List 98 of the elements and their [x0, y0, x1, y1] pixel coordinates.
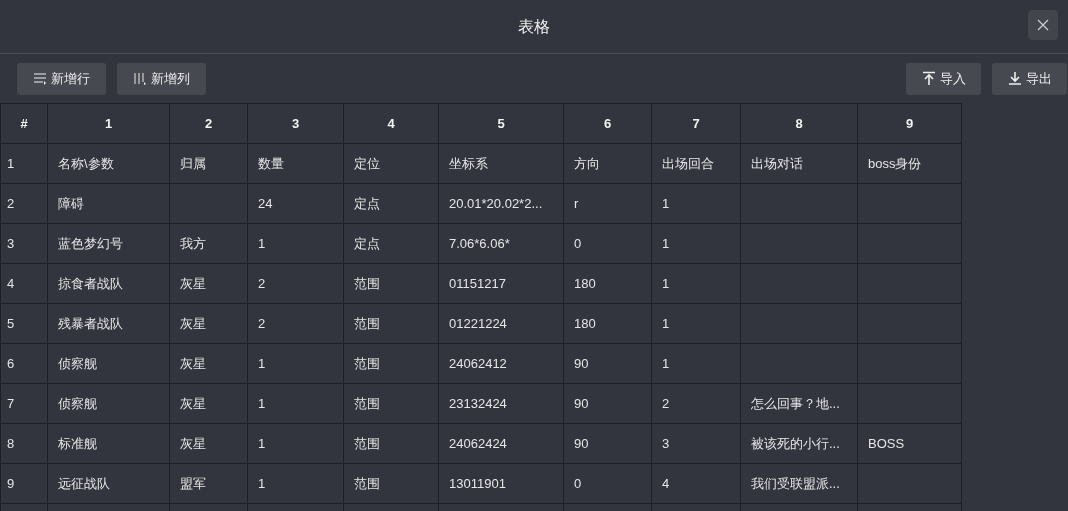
table-cell: 我们受联盟派... — [740, 463, 858, 504]
upload-icon — [921, 71, 936, 86]
row-number: 3 — [0, 223, 48, 264]
table-cell: 定点 — [343, 223, 439, 264]
table-cell: 范围 — [343, 423, 439, 464]
table-cell: 障碍 — [47, 183, 170, 224]
row-number: 2 — [0, 183, 48, 224]
table-cell: 范围 — [343, 303, 439, 344]
row-number: 4 — [0, 263, 48, 304]
table-cell: 定点 — [343, 183, 439, 224]
table-cell: 灰星 — [169, 383, 248, 424]
table-cell: 1 — [247, 463, 344, 504]
table-cell: 方向 — [563, 143, 652, 184]
table-cell: 出场对话 — [740, 143, 858, 184]
row-number: 7 — [0, 383, 48, 424]
table-cell: 24 — [247, 183, 344, 224]
table-cell: 灰星 — [169, 303, 248, 344]
table-cell: 3 — [651, 423, 741, 464]
column-header: 2 — [169, 103, 248, 144]
table-cell: 180 — [563, 263, 652, 304]
column-header: 3 — [247, 103, 344, 144]
table-cell: 远征战队 — [47, 463, 170, 504]
column-header: 7 — [651, 103, 741, 144]
table-cell: 0 — [563, 463, 652, 504]
table-cell: 01151217 — [438, 263, 564, 304]
table-cell: 范围 — [343, 383, 439, 424]
export-button[interactable]: 导出 — [992, 62, 1067, 95]
table-cell: 4 — [651, 463, 741, 504]
row-number: 6 — [0, 343, 48, 384]
table-cell: 1 — [247, 343, 344, 384]
bars-icon — [133, 71, 147, 86]
table-cell: 残暴者战队 — [47, 303, 170, 344]
add-column-button[interactable]: 新增列 — [117, 62, 206, 95]
table-cell: 01221224 — [438, 303, 564, 344]
table-cell: 2 — [651, 383, 741, 424]
close-button[interactable] — [1028, 10, 1058, 40]
row-number: 8 — [0, 423, 48, 464]
column-header: 9 — [857, 103, 962, 144]
table-cell: 范围 — [343, 343, 439, 384]
table-cell: 被该死的小行... — [740, 423, 858, 464]
row-number: 1 — [0, 143, 48, 184]
table-cell: 13011901 — [438, 463, 564, 504]
table-cell: 侦察舰 — [47, 343, 170, 384]
table-cell: 1 — [651, 223, 741, 264]
table-cell: boss身份 — [857, 143, 962, 184]
table-cell: 1 — [651, 303, 741, 344]
table-cell: 灰星 — [169, 343, 248, 384]
table-cell: 2 — [247, 263, 344, 304]
table-cell: 怎么回事？地... — [740, 383, 858, 424]
column-header: 4 — [343, 103, 439, 144]
column-header: 5 — [438, 103, 564, 144]
table-cell: 2 — [247, 303, 344, 344]
table-cell: 1 — [651, 183, 741, 224]
table-cell: 名称\参数 — [47, 143, 170, 184]
lines-icon — [33, 71, 47, 86]
table-cell: 坐标系 — [438, 143, 564, 184]
table-cell: 23132424 — [438, 383, 564, 424]
table-cell: 1 — [247, 383, 344, 424]
table-cell: 灰星 — [169, 423, 248, 464]
table-cell: 7.06*6.06* — [438, 223, 564, 264]
table-cell: 20.01*20.02*2... — [438, 183, 564, 224]
table-cell: 蓝色梦幻号 — [47, 223, 170, 264]
table-cell: 出场回合 — [651, 143, 741, 184]
table-cell: 1 — [247, 423, 344, 464]
table-cell: 0 — [563, 223, 652, 264]
table-cell: 范围 — [343, 463, 439, 504]
table-cell: 1 — [247, 223, 344, 264]
table-cell: 1 — [651, 343, 741, 384]
table-cell: 90 — [563, 343, 652, 384]
table-cell: 标准舰 — [47, 423, 170, 464]
table-cell: 24062412 — [438, 343, 564, 384]
add-row-button[interactable]: 新增行 — [17, 62, 106, 95]
table-cell: 24062424 — [438, 423, 564, 464]
row-number: 9 — [0, 463, 48, 504]
table-cell: 数量 — [247, 143, 344, 184]
table-cell: 侦察舰 — [47, 383, 170, 424]
table-cell: 灰星 — [169, 263, 248, 304]
table-cell: 1 — [651, 263, 741, 304]
table-cell: 180 — [563, 303, 652, 344]
table-cell: 归属 — [169, 143, 248, 184]
table-cell: r — [563, 183, 652, 224]
column-header: 8 — [740, 103, 858, 144]
table-cell: 掠食者战队 — [47, 263, 170, 304]
close-icon — [1037, 19, 1049, 31]
table-cell: BOSS — [857, 423, 962, 464]
window-title: 表格 — [518, 16, 550, 37]
column-header: 1 — [47, 103, 170, 144]
table-cell: 范围 — [343, 263, 439, 304]
table-cell: 我方 — [169, 223, 248, 264]
table-cell: 90 — [563, 423, 652, 464]
table-cell: 定位 — [343, 143, 439, 184]
table-cell: 90 — [563, 383, 652, 424]
row-number: 5 — [0, 303, 48, 344]
download-icon — [1007, 71, 1022, 86]
import-button[interactable]: 导入 — [906, 62, 981, 95]
column-header: # — [0, 103, 48, 144]
table-cell: 盟军 — [169, 463, 248, 504]
column-header: 6 — [563, 103, 652, 144]
